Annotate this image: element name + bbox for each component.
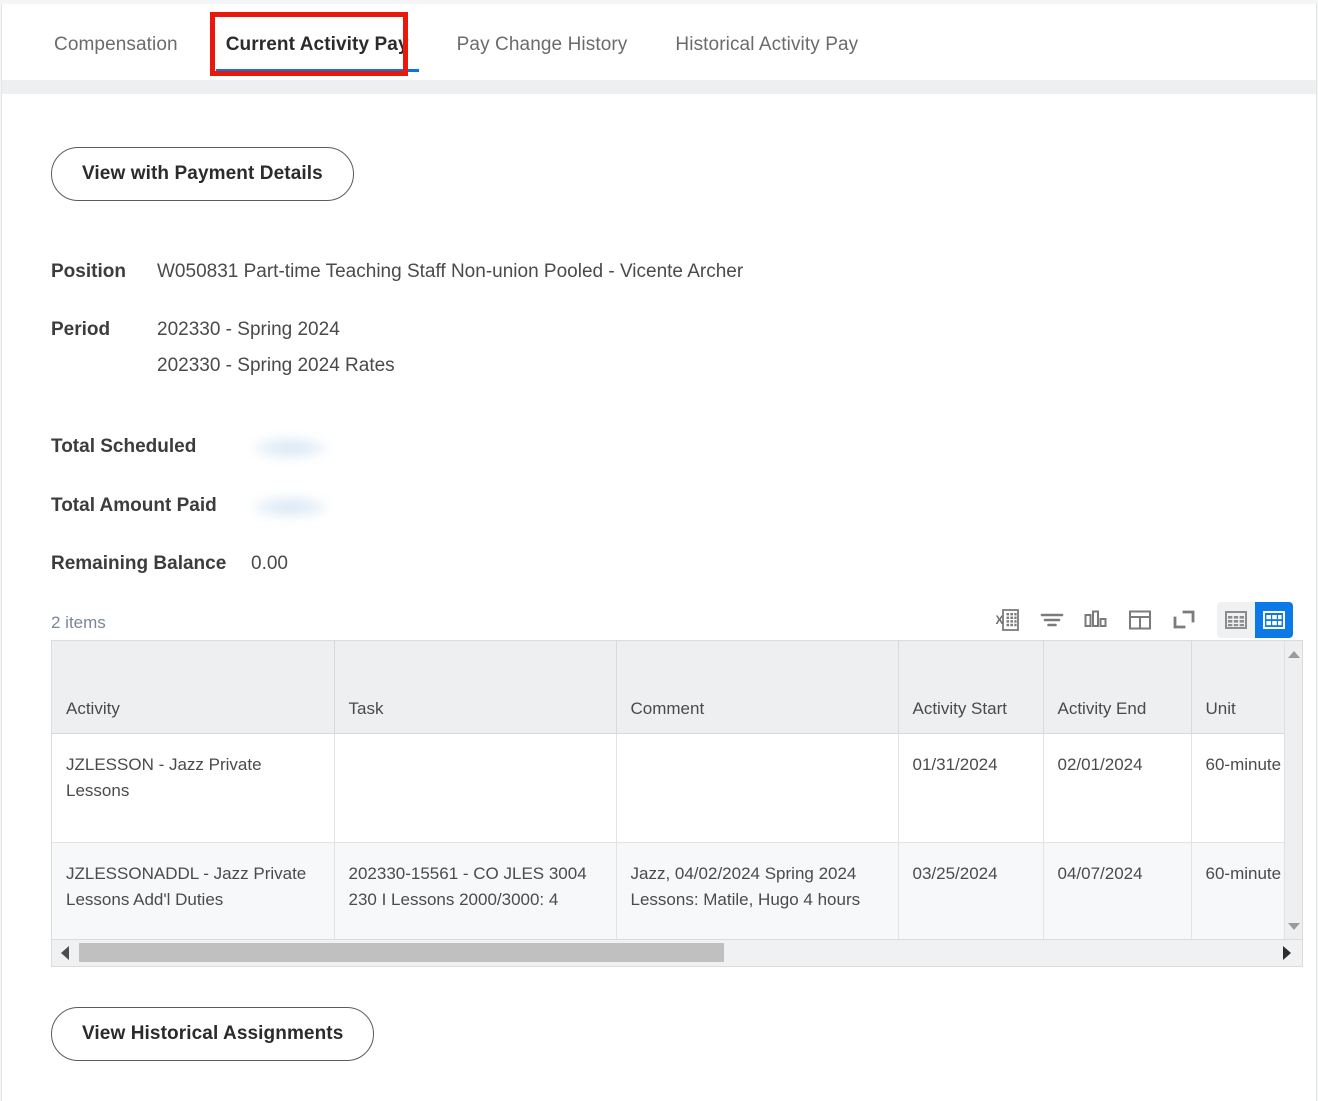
tab-pay-change-history[interactable]: Pay Change History <box>433 34 652 80</box>
table-header: Activity Task Comment Activity Start Act… <box>52 641 1302 734</box>
tab-current-activity-pay[interactable]: Current Activity Pay <box>202 34 433 80</box>
grid-toolbar: X <box>993 602 1293 638</box>
period-value-rates: 202330 - Spring 2024 Rates <box>157 355 395 376</box>
tab-label: Pay Change History <box>456 34 628 55</box>
cell-activity-end: 04/07/2024 <box>1043 842 1192 939</box>
period-label: Period <box>51 319 111 340</box>
activity-pay-grid: Activity Task Comment Activity Start Act… <box>51 640 1303 967</box>
table-row[interactable]: JZLESSON - Jazz Private Lessons 01/31/20… <box>52 733 1302 843</box>
cell-activity-end: 02/01/2024 <box>1043 733 1192 843</box>
activity-pay-table: Activity Task Comment Activity Start Act… <box>52 641 1302 939</box>
cell-task <box>334 733 617 843</box>
toggle-panel-icon[interactable] <box>1125 605 1155 635</box>
period-field-row: Period 202330 - Spring 2024 202330 - Spr… <box>51 319 395 377</box>
scroll-down-arrow-icon[interactable] <box>1285 917 1302 935</box>
export-to-excel-icon[interactable]: X <box>993 605 1023 635</box>
position-value: W050831 Part-time Teaching Staff Non-uni… <box>157 261 744 282</box>
remaining-balance-value: 0.00 <box>251 553 288 574</box>
period-value-stack: 202330 - Spring 2024 202330 - Spring 202… <box>157 319 395 377</box>
tab-label: Current Activity Pay <box>225 34 409 55</box>
svg-text:X: X <box>996 613 1004 627</box>
remaining-balance-row: Remaining Balance 0.00 <box>51 553 288 575</box>
cell-activity: JZLESSONADDL - Jazz Private Lessons Add'… <box>52 842 335 939</box>
cell-activity: JZLESSON - Jazz Private Lessons <box>52 733 335 843</box>
main-content: View with Payment Details Position W0508… <box>2 94 1316 1101</box>
tab-historical-activity-pay[interactable]: Historical Activity Pay <box>651 34 882 80</box>
view-historical-assignments-button[interactable]: View Historical Assignments <box>51 1007 375 1061</box>
tab-compensation[interactable]: Compensation <box>30 34 202 80</box>
tab-label: Historical Activity Pay <box>675 34 859 55</box>
column-header-activity-end[interactable]: Activity End <box>1043 641 1192 734</box>
filter-icon[interactable] <box>1037 605 1067 635</box>
scroll-right-arrow-icon[interactable] <box>1276 940 1298 966</box>
total-scheduled-value <box>251 436 329 465</box>
horizontal-scroll-thumb[interactable] <box>79 943 724 962</box>
tab-label: Compensation <box>54 34 178 55</box>
header-row: Activity Task Comment Activity Start Act… <box>52 641 1302 734</box>
period-value-primary: 202330 - Spring 2024 <box>157 319 340 340</box>
grid-scroll-viewport: Activity Task Comment Activity Start Act… <box>52 641 1302 939</box>
scroll-up-arrow-icon[interactable] <box>1285 645 1302 663</box>
cell-comment <box>616 733 899 843</box>
grid-view-icon[interactable] <box>1217 602 1255 638</box>
column-header-activity[interactable]: Activity <box>52 641 335 734</box>
table-row[interactable]: JZLESSONADDL - Jazz Private Lessons Add'… <box>52 842 1302 939</box>
view-toggle-group <box>1217 602 1293 638</box>
tab-list: Compensation Current Activity Pay Pay Ch… <box>2 4 1316 80</box>
column-header-task[interactable]: Task <box>334 641 617 734</box>
page-content-frame: Compensation Current Activity Pay Pay Ch… <box>1 4 1317 1101</box>
grid-horizontal-scrollbar[interactable] <box>52 939 1302 966</box>
cell-activity-start: 03/25/2024 <box>898 842 1044 939</box>
position-field-row: Position W050831 Part-time Teaching Staf… <box>51 261 743 283</box>
section-divider-strip <box>2 80 1316 94</box>
remaining-balance-label: Remaining Balance <box>51 553 227 574</box>
total-scheduled-row: Total Scheduled <box>51 436 329 465</box>
page-background: Compensation Current Activity Pay Pay Ch… <box>0 0 1318 1101</box>
total-amount-paid-value <box>251 495 329 524</box>
cell-task: 202330-15561 - CO JLES 3004 230 I Lesson… <box>334 842 617 939</box>
table-body: JZLESSON - Jazz Private Lessons 01/31/20… <box>52 733 1302 939</box>
view-with-payment-details-button[interactable]: View with Payment Details <box>51 147 354 201</box>
total-amount-paid-label: Total Amount Paid <box>51 495 217 516</box>
cell-comment: Jazz, 04/02/2024 Spring 2024 Lessons: Ma… <box>616 842 899 939</box>
column-header-comment[interactable]: Comment <box>616 641 899 734</box>
chart-icon[interactable] <box>1081 605 1111 635</box>
scroll-left-arrow-icon[interactable] <box>54 940 76 966</box>
expand-icon[interactable] <box>1169 605 1199 635</box>
table-view-icon[interactable] <box>1255 602 1293 638</box>
redacted-value <box>251 496 329 518</box>
total-amount-paid-row: Total Amount Paid <box>51 495 329 524</box>
column-header-activity-start[interactable]: Activity Start <box>898 641 1044 734</box>
tab-bar: Compensation Current Activity Pay Pay Ch… <box>2 4 1316 81</box>
total-scheduled-label: Total Scheduled <box>51 436 197 457</box>
grid-vertical-scrollbar[interactable] <box>1284 641 1302 939</box>
redacted-value <box>251 437 329 459</box>
items-count: 2 items <box>51 613 106 632</box>
position-label: Position <box>51 261 126 282</box>
cell-activity-start: 01/31/2024 <box>898 733 1044 843</box>
